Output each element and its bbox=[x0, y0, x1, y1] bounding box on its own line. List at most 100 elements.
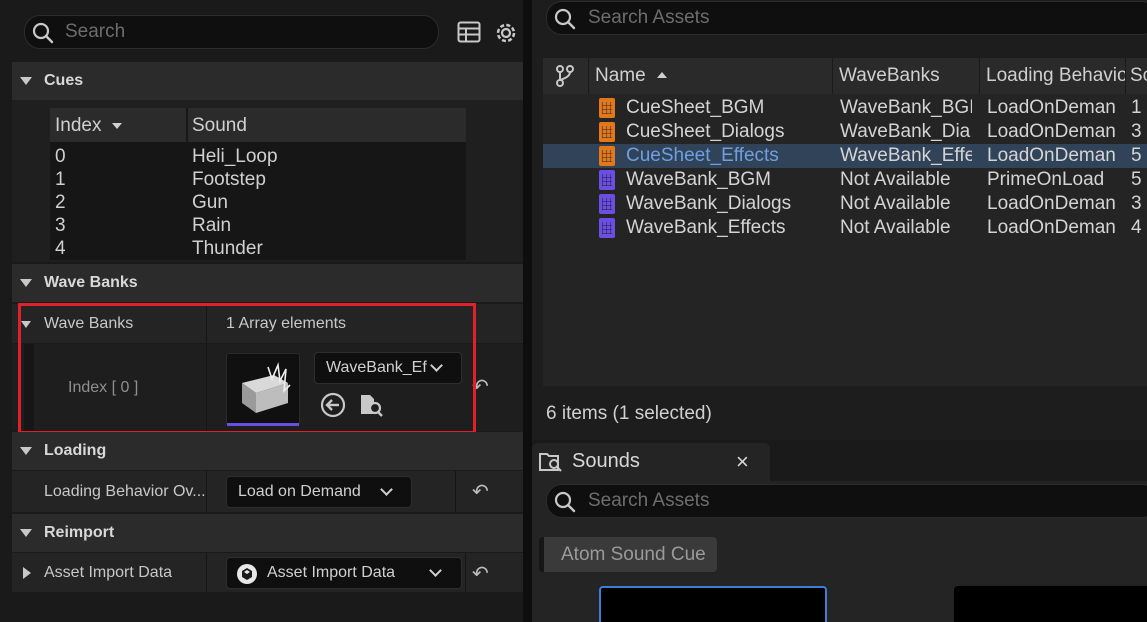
asset-header-extra[interactable]: Sc bbox=[1126, 58, 1147, 94]
asset-extra-cell: 3 bbox=[1131, 121, 1142, 142]
asset-loading-cell: LoadOnDeman bbox=[987, 193, 1116, 214]
cues-header-index-label: Index bbox=[55, 115, 102, 136]
panel-splitter[interactable] bbox=[523, 0, 532, 622]
cue-sound-cell: Gun bbox=[192, 192, 228, 213]
collapse-arrow-icon[interactable] bbox=[20, 529, 32, 537]
details-search-input[interactable]: Search bbox=[24, 15, 439, 49]
asset-loading-cell: LoadOnDeman bbox=[987, 121, 1116, 142]
asset-wavebanks-cell: Not Available bbox=[840, 169, 951, 190]
asset-extra-cell: 1 bbox=[1131, 97, 1142, 118]
asset-wavebanks-cell: WaveBank_Effe bbox=[840, 145, 972, 166]
collapse-arrow-icon[interactable] bbox=[20, 279, 32, 287]
sounds-search-input[interactable]: Search Assets bbox=[546, 484, 1147, 518]
sounds-tab[interactable]: Sounds × bbox=[532, 443, 770, 481]
column-divider bbox=[206, 471, 207, 512]
reset-to-default-icon[interactable]: ↶ bbox=[472, 561, 489, 586]
atom-sound-cue-filter-chip[interactable]: Atom Sound Cue bbox=[539, 537, 717, 572]
reimport-section-header[interactable]: Reimport bbox=[12, 514, 523, 552]
sounds-tab-label: Sounds bbox=[572, 450, 640, 472]
cues-body: Index Sound 0 Heli_Loop 1 Footstep 2 Gun 3 Rain… bbox=[12, 100, 523, 262]
cuesheet-asset-icon bbox=[599, 146, 615, 166]
asset-header-wavebanks[interactable]: WaveBanks bbox=[833, 58, 980, 94]
asset-row[interactable]: CueSheet_Effects WaveBank_Effe LoadOnDeman… bbox=[543, 144, 1147, 168]
loading-section-header[interactable]: Loading bbox=[12, 432, 523, 470]
sounds-search-placeholder: Search Assets bbox=[588, 490, 710, 511]
gear-icon[interactable] bbox=[493, 20, 519, 46]
cues-header-index[interactable]: Index bbox=[50, 108, 187, 142]
cue-sound-cell: Rain bbox=[192, 215, 232, 236]
asset-count-status: 6 items (1 selected) bbox=[546, 403, 712, 424]
chevron-down-icon bbox=[429, 564, 442, 577]
asset-extra-cell: 4 bbox=[1131, 217, 1142, 238]
asset-header-wavebanks-label: WaveBanks bbox=[839, 65, 940, 86]
asset-row[interactable]: WaveBank_Dialogs Not Available LoadOnDeman… bbox=[543, 192, 1147, 216]
close-tab-icon[interactable]: × bbox=[736, 449, 749, 475]
asset-wavebanks-cell: Not Available bbox=[840, 217, 951, 238]
asset-search-input[interactable]: Search Assets bbox=[546, 1, 1147, 35]
cues-table: Index Sound 0 Heli_Loop 1 Footstep 2 Gun 3 Rain… bbox=[50, 108, 466, 260]
asset-header-name-label: Name bbox=[595, 65, 646, 86]
reimport-section-label: Reimport bbox=[44, 524, 115, 541]
wavebank-asset-icon bbox=[599, 170, 615, 190]
asset-import-data-combo[interactable]: Asset Import Data bbox=[226, 557, 462, 589]
asset-loading-cell: LoadOnDeman bbox=[987, 145, 1116, 166]
asset-import-data-label: Asset Import Data bbox=[44, 564, 173, 581]
cues-section-header[interactable]: Cues bbox=[12, 62, 523, 100]
wavebanks-highlight-box bbox=[18, 303, 476, 434]
cue-sound-cell: Thunder bbox=[192, 238, 263, 259]
column-divider bbox=[465, 553, 466, 592]
search-icon bbox=[554, 491, 576, 513]
asset-name-cell: CueSheet_Dialogs bbox=[626, 121, 785, 142]
wavebanks-section-header[interactable]: Wave Banks bbox=[12, 264, 523, 302]
asset-tile[interactable] bbox=[599, 586, 827, 622]
asset-extra-cell: 5 bbox=[1131, 145, 1142, 166]
cube-icon bbox=[237, 564, 257, 584]
loading-behavior-combo[interactable]: Load on Demand bbox=[226, 476, 412, 508]
asset-import-data-value: Asset Import Data bbox=[267, 564, 396, 581]
loading-property-row: Loading Behavior Ov... Load on Demand ↶ bbox=[12, 470, 523, 512]
search-icon bbox=[554, 8, 576, 30]
wavebank-asset-icon bbox=[599, 218, 615, 238]
asset-name-cell: CueSheet_BGM bbox=[626, 97, 765, 118]
cue-index-cell: 2 bbox=[55, 192, 66, 213]
cue-sound-cell: Footstep bbox=[192, 169, 266, 190]
asset-tile[interactable] bbox=[954, 586, 1147, 622]
asset-header-name[interactable]: Name bbox=[589, 58, 833, 94]
asset-row[interactable]: WaveBank_Effects Not Available LoadOnDeman… bbox=[543, 216, 1147, 240]
search-icon bbox=[32, 22, 54, 44]
asset-row[interactable]: CueSheet_BGM WaveBank_BGI LoadOnDeman 1 bbox=[543, 96, 1147, 120]
cue-index-cell: 0 bbox=[55, 146, 66, 167]
chevron-down-icon bbox=[380, 483, 393, 496]
content-browser-icon bbox=[539, 453, 562, 472]
asset-extra-cell: 3 bbox=[1131, 193, 1142, 214]
collapse-arrow-icon[interactable] bbox=[20, 447, 32, 455]
asset-wavebanks-cell: WaveBank_Dia bbox=[840, 121, 971, 142]
asset-name-cell: WaveBank_Effects bbox=[626, 217, 786, 238]
wavebanks-section-label: Wave Banks bbox=[44, 274, 138, 291]
wavebank-asset-icon bbox=[599, 194, 615, 214]
table-view-icon[interactable] bbox=[457, 21, 481, 43]
cue-sound-cell: Heli_Loop bbox=[192, 146, 278, 167]
asset-header-source[interactable] bbox=[543, 58, 589, 94]
asset-loading-cell: LoadOnDeman bbox=[987, 97, 1116, 118]
cuesheet-asset-icon bbox=[599, 98, 615, 118]
sort-asc-icon bbox=[657, 72, 667, 78]
collapse-arrow-icon[interactable] bbox=[20, 77, 32, 85]
asset-name-cell: WaveBank_BGM bbox=[626, 169, 772, 190]
asset-wavebanks-cell: Not Available bbox=[840, 193, 951, 214]
asset-row[interactable]: WaveBank_BGM Not Available PrimeOnLoad 5 bbox=[543, 168, 1147, 192]
details-panel: Search Cues Index Sound 0 Heli_Loop 1 Foots… bbox=[0, 0, 530, 622]
cue-index-cell: 4 bbox=[55, 238, 66, 259]
asset-header-loading-label: Loading Behavio bbox=[986, 65, 1126, 86]
sort-desc-icon bbox=[112, 123, 122, 129]
loading-property-label: Loading Behavior Ov... bbox=[44, 483, 206, 500]
cues-header-sound[interactable]: Sound bbox=[188, 108, 466, 142]
expand-arrow-icon[interactable] bbox=[23, 567, 31, 579]
column-divider bbox=[455, 471, 456, 512]
asset-loading-cell: PrimeOnLoad bbox=[987, 169, 1105, 190]
asset-row[interactable]: CueSheet_Dialogs WaveBank_Dia LoadOnDeman 3 bbox=[543, 120, 1147, 144]
asset-loading-cell: LoadOnDeman bbox=[987, 217, 1116, 238]
reset-to-default-icon[interactable]: ↶ bbox=[472, 479, 489, 504]
cuesheet-asset-icon bbox=[599, 122, 615, 142]
asset-header-loading[interactable]: Loading Behavio bbox=[980, 58, 1126, 94]
